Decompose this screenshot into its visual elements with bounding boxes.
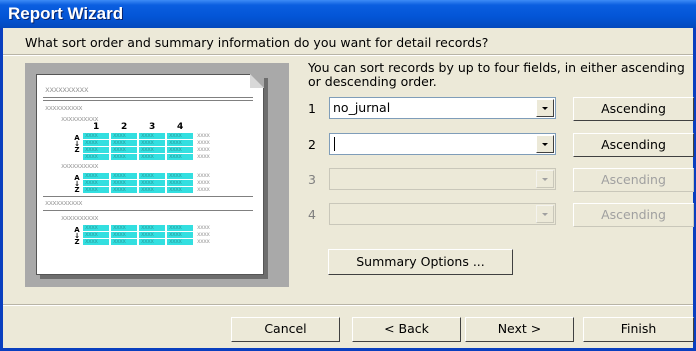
- chevron-down-icon[interactable]: [536, 99, 554, 117]
- preview-cell-text: xxxx: [85, 139, 98, 146]
- title-bar[interactable]: Report Wizard: [0, 0, 696, 28]
- sort-row-number-1: 1: [308, 101, 316, 116]
- preview-group-header: xxxxxxxxxx: [45, 104, 83, 112]
- preview-cell-text: xxxx: [197, 238, 210, 245]
- preview-cell-text: xxxx: [141, 132, 154, 139]
- preview-cell-text: xxxx: [197, 179, 210, 186]
- sort-row-number-2: 2: [308, 137, 316, 152]
- sort-hint: You can sort records by up to four field…: [308, 60, 685, 89]
- preview-cell-text: xxxx: [141, 153, 154, 160]
- preview-cell-text: xxxx: [169, 179, 182, 186]
- bottom-separator: [3, 304, 693, 306]
- sort-order-1-button[interactable]: Ascending: [573, 97, 694, 121]
- preview-rule: [43, 196, 253, 197]
- preview-cell-text: xxxx: [169, 186, 182, 193]
- preview-cell-text: xxxx: [141, 179, 154, 186]
- preview-cell-text: xxxx: [141, 139, 154, 146]
- preview-group-header: xxxxxxxxxx: [45, 199, 83, 207]
- chevron-down-icon[interactable]: [536, 135, 554, 153]
- preview-rule: [43, 97, 253, 98]
- preview-cell-text: xxxx: [85, 224, 98, 231]
- sort-field-4-select[interactable]: [329, 203, 556, 225]
- preview-cell-text: xxxx: [197, 153, 210, 160]
- preview-cell-text: xxxx: [169, 146, 182, 153]
- page-fold-icon: [250, 74, 264, 88]
- preview-cell-text: xxxx: [113, 179, 126, 186]
- back-button[interactable]: < Back: [352, 317, 461, 342]
- preview-cell-text: xxxx: [113, 238, 126, 245]
- sort-order-3-button[interactable]: Ascending: [573, 168, 694, 192]
- preview-cell-text: xxxx: [113, 139, 126, 146]
- preview-cell-text: xxxx: [197, 224, 210, 231]
- preview-cell-text: xxxx: [85, 179, 98, 186]
- preview-cell-text: xxxx: [141, 172, 154, 179]
- preview-cell-text: xxxx: [169, 238, 182, 245]
- cancel-button[interactable]: Cancel: [231, 317, 340, 342]
- window-title: Report Wizard: [8, 4, 124, 23]
- finish-button[interactable]: Finish: [583, 317, 694, 342]
- preview-cell-text: xxxx: [169, 224, 182, 231]
- preview-cell-text: xxxx: [85, 153, 98, 160]
- chevron-down-icon[interactable]: [536, 205, 554, 223]
- sort-az-icon: A ↓ Z: [74, 134, 80, 154]
- preview-column-number: 3: [149, 122, 156, 132]
- sort-field-1-select[interactable]: no_jurnal: [329, 97, 556, 119]
- preview-cell-text: xxxx: [85, 172, 98, 179]
- chevron-down-icon[interactable]: [536, 170, 554, 188]
- preview-cell-text: xxxx: [113, 153, 126, 160]
- preview-cell-text: xxxx: [85, 132, 98, 139]
- preview-group-header: xxxxxxxxxx: [61, 214, 99, 222]
- preview-cell-text: xxxx: [141, 146, 154, 153]
- text-caret: [334, 137, 335, 151]
- preview-cell-text: xxxx: [169, 139, 182, 146]
- preview-rule: [43, 210, 253, 211]
- preview-cell-text: xxxx: [113, 132, 126, 139]
- preview-cell-text: xxxx: [141, 238, 154, 245]
- preview-cell-text: xxxx: [85, 146, 98, 153]
- top-separator: [3, 54, 693, 56]
- sort-az-icon: A ↓ Z: [74, 174, 80, 194]
- preview-cell-text: xxxx: [113, 231, 126, 238]
- preview-column-number: 1: [93, 122, 100, 132]
- preview-cell-text: xxxx: [85, 186, 98, 193]
- summary-options-button[interactable]: Summary Options ...: [328, 249, 513, 275]
- sort-row-number-4: 4: [308, 207, 316, 222]
- preview-cell-text: xxxx: [113, 186, 126, 193]
- question-text: What sort order and summary information …: [25, 35, 489, 50]
- preview-page: xxxxxxxxxx xxxxxxxxxx xxxxxxxxxx 1 2 3 4 A ↓ Zxxx…: [36, 74, 264, 275]
- preview-column-number: 2: [121, 122, 128, 132]
- sort-order-2-button[interactable]: Ascending: [573, 133, 694, 157]
- preview-cell-text: xxxx: [169, 132, 182, 139]
- preview-cell-text: xxxx: [85, 231, 98, 238]
- preview-cell-text: xxxx: [141, 231, 154, 238]
- preview-group-header: xxxxxxxxxx: [61, 162, 99, 170]
- sort-az-icon: A ↓ Z: [74, 226, 80, 246]
- next-button[interactable]: Next >: [465, 317, 574, 342]
- preview-cell-text: xxxx: [197, 146, 210, 153]
- preview-cell-text: xxxx: [169, 231, 182, 238]
- preview-cell-text: xxxx: [113, 146, 126, 153]
- preview-cell-text: xxxx: [169, 172, 182, 179]
- preview-cell-text: xxxx: [197, 172, 210, 179]
- preview-cell-text: xxxx: [113, 172, 126, 179]
- report-wizard-window: Report Wizard What sort order and summar…: [0, 0, 696, 351]
- preview-cell-text: xxxx: [197, 186, 210, 193]
- preview-title-placeholder: xxxxxxxxxx: [45, 85, 89, 94]
- sort-order-4-button[interactable]: Ascending: [573, 203, 694, 227]
- sort-field-2-select[interactable]: [329, 133, 556, 155]
- preview-cell-text: xxxx: [141, 186, 154, 193]
- preview-column-number: 4: [177, 122, 184, 132]
- sort-field-3-select[interactable]: [329, 168, 556, 190]
- sort-field-1-value: no_jurnal: [333, 100, 391, 115]
- preview-cell-text: xxxx: [169, 153, 182, 160]
- preview-rule: [43, 100, 253, 101]
- preview-cell-text: xxxx: [197, 132, 210, 139]
- sort-row-number-3: 3: [308, 172, 316, 187]
- preview-cell-text: xxxx: [197, 231, 210, 238]
- preview-cell-text: xxxx: [197, 139, 210, 146]
- preview-cell-text: xxxx: [113, 224, 126, 231]
- preview-cell-text: xxxx: [85, 238, 98, 245]
- preview-cell-text: xxxx: [141, 224, 154, 231]
